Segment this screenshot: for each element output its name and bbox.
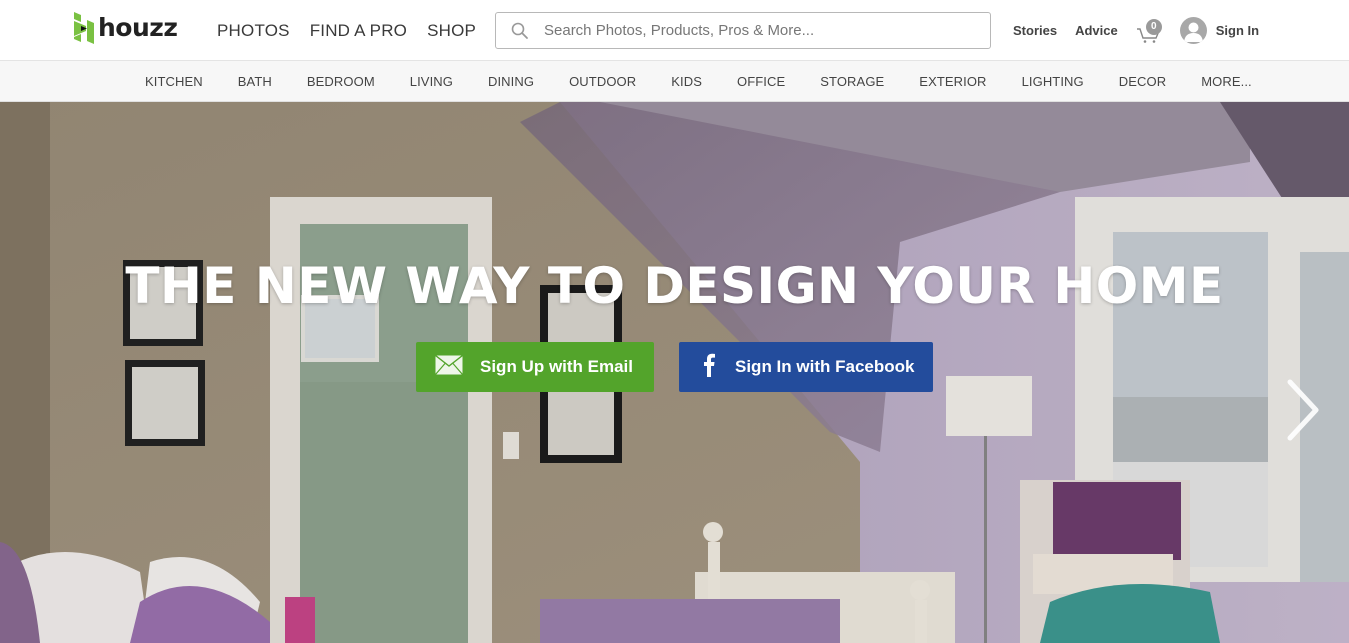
top-header: houzz PHOTOS FIND A PRO SHOP Stories Adv… xyxy=(0,0,1349,60)
houzz-logo-icon xyxy=(74,12,94,44)
envelope-icon xyxy=(435,354,463,380)
hero-background-image xyxy=(0,102,1349,643)
sign-up-email-button[interactable]: Sign Up with Email xyxy=(416,342,654,392)
search-box xyxy=(495,12,991,49)
main-nav: PHOTOS FIND A PRO SHOP xyxy=(217,20,496,42)
category-lighting[interactable]: LIGHTING xyxy=(1022,74,1084,90)
category-outdoor[interactable]: OUTDOOR xyxy=(569,74,636,90)
nav-stories[interactable]: Stories xyxy=(1013,23,1057,38)
facebook-icon xyxy=(703,353,715,382)
sign-in-facebook-button[interactable]: Sign In with Facebook xyxy=(679,342,933,392)
category-bath[interactable]: BATH xyxy=(238,74,272,90)
nav-shop[interactable]: SHOP xyxy=(427,20,476,42)
sign-in-link[interactable]: Sign In xyxy=(1216,23,1259,38)
nav-advice[interactable]: Advice xyxy=(1075,23,1118,38)
category-kids[interactable]: KIDS xyxy=(671,74,702,90)
category-more[interactable]: MORE... xyxy=(1201,74,1252,90)
nav-photos[interactable]: PHOTOS xyxy=(217,20,290,42)
sign-up-email-label: Sign Up with Email xyxy=(480,357,634,376)
logo-wordmark: houzz xyxy=(98,13,178,42)
search-icon xyxy=(511,22,529,40)
houzz-logo[interactable]: houzz xyxy=(74,12,178,44)
avatar-icon[interactable] xyxy=(1179,16,1207,44)
category-decor[interactable]: DECOR xyxy=(1119,74,1166,90)
category-living[interactable]: LIVING xyxy=(410,74,453,90)
hero-headline: THE NEW WAY TO DESIGN YOUR HOME xyxy=(125,257,1224,315)
cart-count-badge: 0 xyxy=(1145,19,1162,35)
category-office[interactable]: OFFICE xyxy=(737,74,785,90)
category-exterior[interactable]: EXTERIOR xyxy=(919,74,986,90)
hero-section: THE NEW WAY TO DESIGN YOUR HOME Sign Up … xyxy=(0,102,1349,643)
category-list: KITCHEN BATH BEDROOM LIVING DINING OUTDO… xyxy=(145,74,1287,90)
search-input[interactable] xyxy=(544,22,964,39)
carousel-next-button[interactable] xyxy=(1284,378,1324,442)
nav-find-a-pro[interactable]: FIND A PRO xyxy=(310,20,407,42)
chevron-right-icon xyxy=(1287,379,1319,441)
category-kitchen[interactable]: KITCHEN xyxy=(145,74,203,90)
cart-button[interactable]: 0 xyxy=(1136,16,1162,44)
category-bedroom[interactable]: BEDROOM xyxy=(307,74,375,90)
category-dining[interactable]: DINING xyxy=(488,74,534,90)
sign-in-facebook-label: Sign In with Facebook xyxy=(735,357,915,376)
right-nav: Stories Advice 0 Sign In xyxy=(1013,14,1259,46)
category-storage[interactable]: STORAGE xyxy=(820,74,884,90)
category-bar: KITCHEN BATH BEDROOM LIVING DINING OUTDO… xyxy=(0,60,1349,102)
